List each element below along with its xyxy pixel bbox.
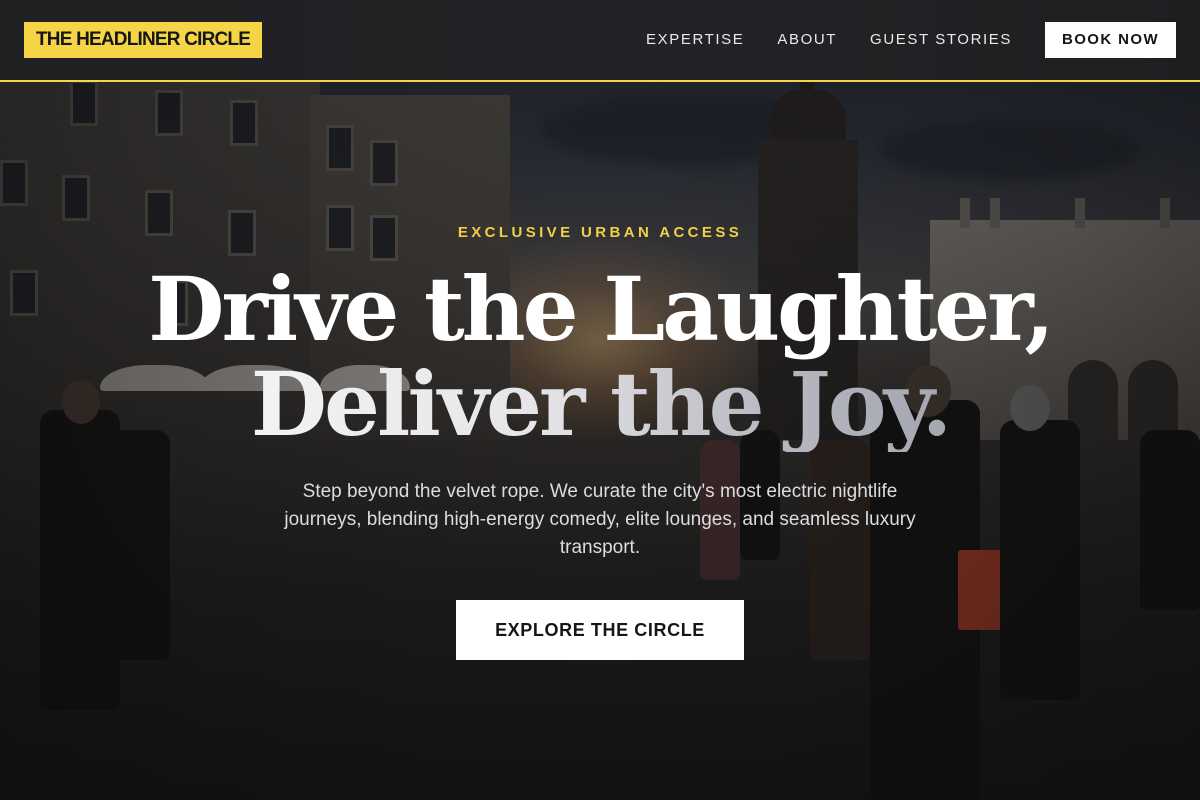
hero-headline: Drive the Laughter, Deliver the Joy. — [0, 262, 1200, 452]
book-now-button[interactable]: BOOK NOW — [1045, 22, 1176, 58]
headline-line-1: Drive the Laughter, — [148, 257, 1055, 361]
nav-link-guest-stories[interactable]: GUEST STORIES — [870, 22, 1012, 58]
hero-description: Step beyond the velvet rope. We curate t… — [284, 481, 916, 558]
site-header: THE HEADLINER CIRCLE EXPERTISE ABOUT GUE… — [0, 0, 1200, 82]
main-nav: EXPERTISE ABOUT GUEST STORIES BOOK NOW — [646, 22, 1176, 58]
nav-link-expertise[interactable]: EXPERTISE — [646, 22, 744, 58]
hero-eyebrow: EXCLUSIVE URBAN ACCESS — [457, 224, 743, 241]
nav-link-about[interactable]: ABOUT — [777, 22, 837, 58]
hero-content: EXCLUSIVE URBAN ACCESS Drive the Laughte… — [0, 0, 1200, 800]
brand-logo[interactable]: THE HEADLINER CIRCLE — [24, 22, 263, 58]
headline-line-2: Deliver the Joy. — [250, 352, 953, 456]
explore-the-circle-button[interactable]: EXPLORE THE CIRCLE — [456, 600, 744, 660]
